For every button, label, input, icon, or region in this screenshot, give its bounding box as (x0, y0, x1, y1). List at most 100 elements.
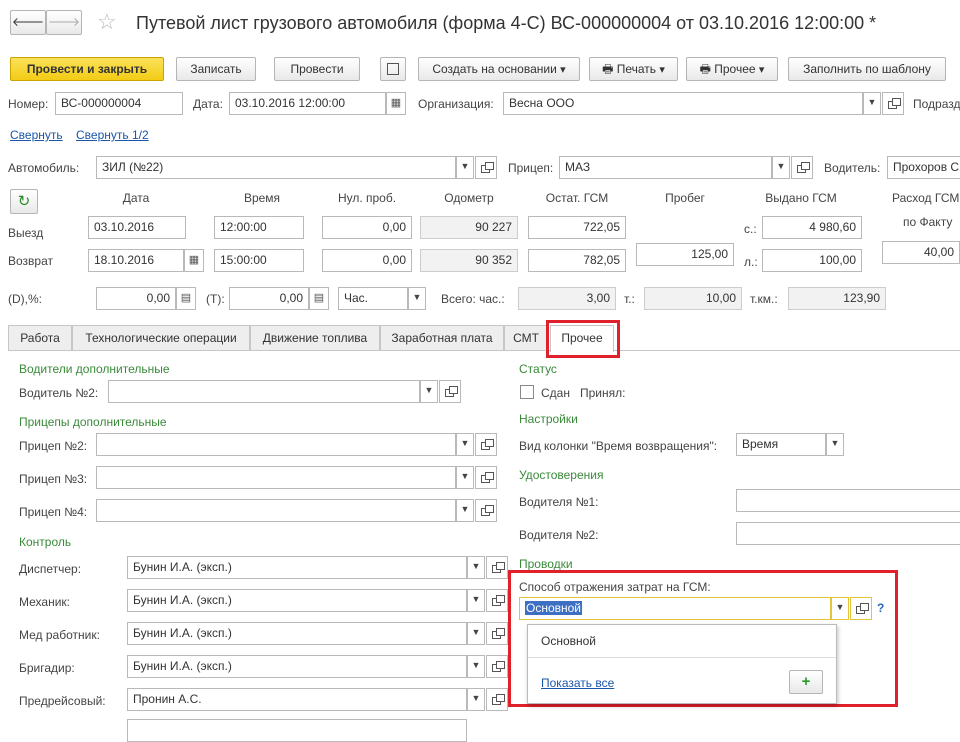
pretrip-field[interactable]: Пронин А.С. (127, 688, 467, 711)
fill-template-button[interactable]: Заполнить по шаблону (788, 57, 946, 81)
brigadier-label: Бригадир: (19, 661, 75, 675)
car-open-button[interactable] (475, 156, 497, 179)
save-button[interactable]: Записать (176, 57, 256, 81)
print-button[interactable]: 🖶 Печать ▾ (589, 57, 678, 81)
trailer3-dropdown-button[interactable]: ▼ (456, 466, 474, 489)
trailer3-open-button[interactable] (475, 466, 497, 489)
tab-fuel-movement[interactable]: Движение топлива (250, 325, 380, 350)
back-button[interactable]: 🡐 (10, 10, 46, 35)
trailer2-dropdown-button[interactable]: ▼ (456, 433, 474, 456)
trailer4-field[interactable] (96, 499, 456, 522)
brigadier-dropdown-button[interactable]: ▼ (467, 655, 485, 678)
trailer2-open-button[interactable] (475, 433, 497, 456)
fuel-use-field[interactable]: 40,00 (882, 241, 960, 264)
post-and-close-button[interactable]: Провести и закрыть (10, 57, 164, 81)
arrow-left-icon: 🡐 (11, 15, 45, 29)
return-issued-field[interactable]: 100,00 (762, 249, 862, 272)
dispatcher-open-button[interactable] (486, 556, 508, 579)
fuel-cost-field[interactable]: Основной (519, 597, 831, 620)
show-all-link[interactable]: Показать все (541, 676, 614, 690)
collapse-link[interactable]: Свернуть (10, 128, 63, 142)
departure-issued-field[interactable]: 4 980,60 (762, 216, 862, 239)
star-icon[interactable]: ☆ (97, 9, 117, 35)
return-col-select[interactable]: Время (736, 433, 826, 456)
unit-select[interactable]: Час. (338, 287, 408, 310)
pretrip-open-button[interactable] (486, 688, 508, 711)
car-dropdown-button[interactable]: ▼ (456, 156, 474, 179)
calculator-icon[interactable]: ▤ (176, 287, 196, 310)
unit-dropdown-button[interactable]: ▼ (408, 287, 426, 310)
next-field[interactable] (127, 719, 467, 742)
departure-fuel-field[interactable]: 722,05 (528, 216, 626, 239)
tons-field: 10,00 (644, 287, 742, 310)
calendar-icon[interactable]: ▦ (386, 92, 406, 115)
number-field[interactable]: ВС-000000004 (55, 92, 183, 115)
trailer2-field[interactable] (96, 433, 456, 456)
trailer-dropdown-button[interactable]: ▼ (772, 156, 790, 179)
driver2-open-button[interactable] (439, 380, 461, 403)
chevron-down-icon: ▼ (776, 161, 786, 171)
return-time-field[interactable]: 15:00:00 (214, 249, 304, 272)
mechanic-dropdown-button[interactable]: ▼ (467, 589, 485, 612)
brigadier-open-button[interactable] (486, 655, 508, 678)
create-based-button[interactable]: Создать на основании ▾ (418, 57, 580, 81)
driver-field[interactable]: Прохоров С (887, 156, 960, 179)
org-dropdown-button[interactable]: ▼ (863, 92, 881, 115)
mileage-field[interactable]: 125,00 (636, 243, 734, 266)
hours-label: Всего: час.: (441, 292, 505, 306)
handed-checkbox[interactable] (520, 385, 534, 399)
trailer-field[interactable]: МАЗ (559, 156, 772, 179)
d-field[interactable]: 0,00 (96, 287, 176, 310)
add-button[interactable]: + (789, 670, 823, 694)
tkm-field: 123,90 (788, 287, 886, 310)
org-open-button[interactable] (882, 92, 904, 115)
tab-work[interactable]: Работа (8, 325, 72, 350)
return-date-field[interactable]: 18.10.2016 (88, 249, 184, 272)
tab-tech-ops[interactable]: Технологические операции (72, 325, 250, 350)
driver2-dropdown-button[interactable]: ▼ (420, 380, 438, 403)
dispatcher-dropdown-button[interactable]: ▼ (467, 556, 485, 579)
medic-open-button[interactable] (486, 622, 508, 645)
d-label: (D),%: (8, 292, 42, 306)
other-button[interactable]: 🖶 Прочее ▾ (686, 57, 778, 81)
trailer3-field[interactable] (96, 466, 456, 489)
t-field[interactable]: 0,00 (229, 287, 309, 310)
driver2-field[interactable] (108, 380, 420, 403)
help-icon[interactable]: ? (877, 601, 884, 615)
mechanic-field[interactable]: Бунин И.А. (эксп.) (127, 589, 467, 612)
org-field[interactable]: Весна ООО (503, 92, 863, 115)
departure-time-field[interactable]: 12:00:00 (214, 216, 304, 239)
date-field[interactable]: 03.10.2016 12:00:00 (229, 92, 386, 115)
tab-salary[interactable]: Заработная плата (380, 325, 504, 350)
trailer4-open-button[interactable] (475, 499, 497, 522)
cert-driver2-field[interactable] (736, 522, 960, 545)
fuel-cost-open-button[interactable] (850, 597, 872, 620)
printer-icon: 🖶 (699, 62, 711, 76)
dispatcher-field[interactable]: Бунин И.А. (эксп.) (127, 556, 467, 579)
forward-button[interactable]: 🡒 (46, 10, 82, 35)
popup-option[interactable]: Основной (541, 634, 596, 648)
date-label: Дата: (193, 97, 223, 111)
return-fuel-field[interactable]: 782,05 (528, 249, 626, 272)
refresh-button[interactable]: ↻ (10, 189, 38, 214)
tab-smt[interactable]: СМТ (504, 325, 548, 350)
fuel-cost-dropdown-button[interactable]: ▼ (831, 597, 849, 620)
calendar-icon[interactable]: ▦ (184, 249, 204, 272)
collapse-half-link[interactable]: Свернуть 1/2 (76, 128, 149, 142)
trailer-open-button[interactable] (791, 156, 813, 179)
return-zero-run-field[interactable]: 0,00 (322, 249, 412, 272)
pretrip-dropdown-button[interactable]: ▼ (467, 688, 485, 711)
structure-button[interactable] (380, 57, 406, 81)
trailer4-dropdown-button[interactable]: ▼ (456, 499, 474, 522)
car-field[interactable]: ЗИЛ (№22) (96, 156, 456, 179)
mechanic-open-button[interactable] (486, 589, 508, 612)
return-col-dropdown-button[interactable]: ▼ (826, 433, 844, 456)
post-button[interactable]: Провести (274, 57, 360, 81)
medic-dropdown-button[interactable]: ▼ (467, 622, 485, 645)
departure-zero-run-field[interactable]: 0,00 (322, 216, 412, 239)
departure-date-field[interactable]: 03.10.2016 (88, 216, 186, 239)
calculator-icon[interactable]: ▤ (309, 287, 329, 310)
cert-driver1-field[interactable] (736, 489, 960, 512)
brigadier-field[interactable]: Бунин И.А. (эксп.) (127, 655, 467, 678)
medic-field[interactable]: Бунин И.А. (эксп.) (127, 622, 467, 645)
